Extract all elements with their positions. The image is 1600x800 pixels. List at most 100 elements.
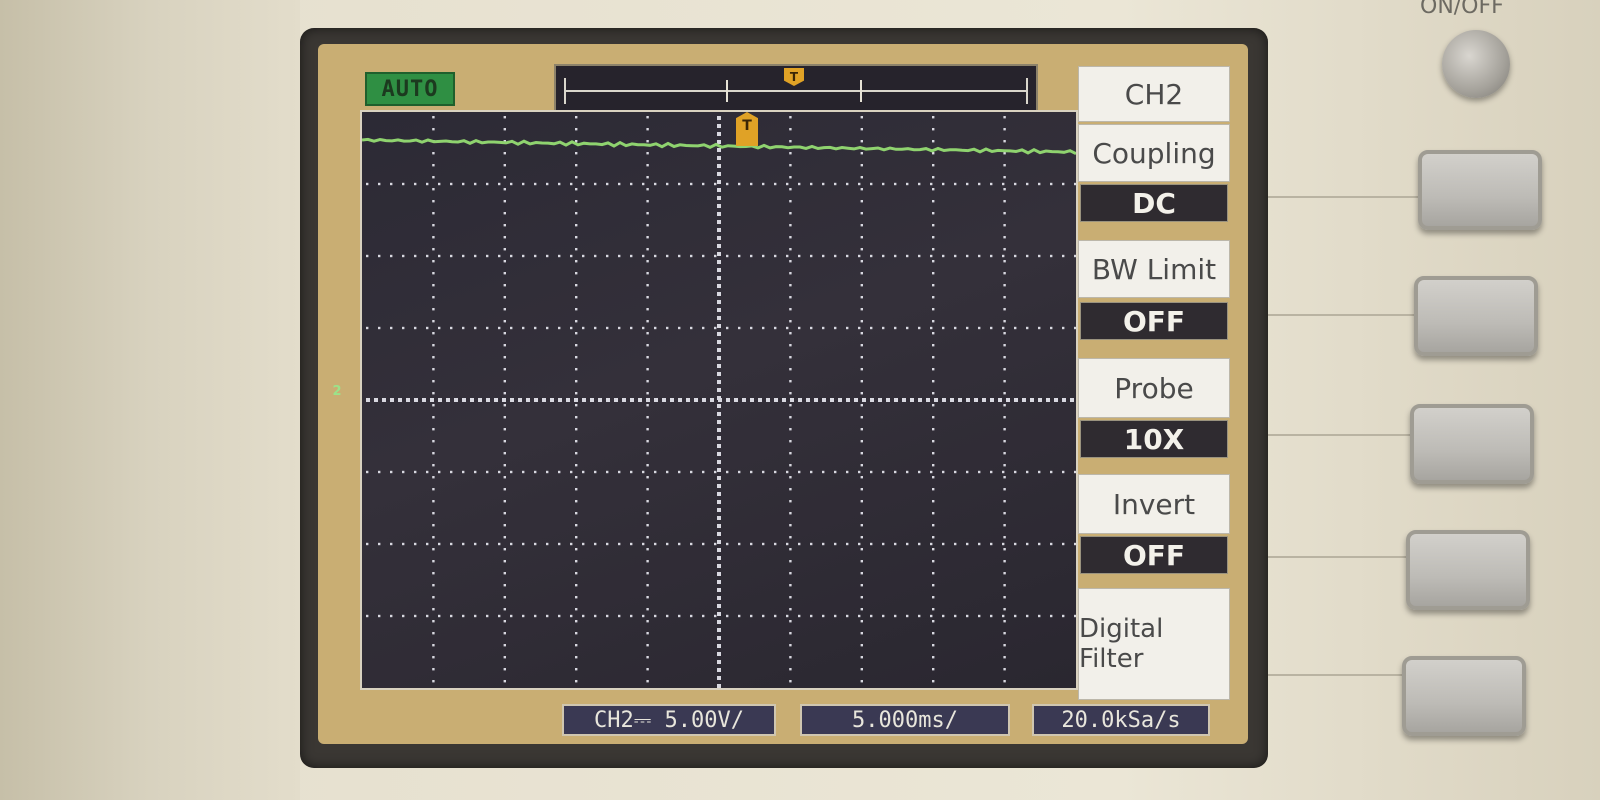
grid-dot <box>1074 182 1076 186</box>
center-horizontal-grid-dot <box>454 398 458 402</box>
grid-dot <box>438 614 441 618</box>
grid-dot <box>450 254 453 258</box>
grid-dot <box>702 542 705 546</box>
grid-dot <box>750 614 753 618</box>
grid-dot <box>738 182 741 186</box>
grid-dot <box>762 542 765 546</box>
softkey-5-digital-filter[interactable] <box>1402 656 1526 736</box>
grid-dot <box>570 326 573 330</box>
grid-dot <box>503 524 506 527</box>
grid-dot <box>646 620 649 623</box>
grid-dot <box>503 416 506 419</box>
grid-dot <box>558 326 561 330</box>
softkey-2-bw-limit[interactable] <box>1414 276 1538 356</box>
grid-dot <box>575 668 578 671</box>
grid-dot <box>1003 668 1006 671</box>
grid-dot <box>522 254 525 258</box>
grid-dot <box>860 500 863 503</box>
grid-dot <box>546 326 549 330</box>
center-horizontal-grid-dot <box>542 398 546 402</box>
grid-dot <box>906 254 909 258</box>
grid-dot <box>932 200 935 203</box>
center-vertical-grid-dot <box>717 116 721 120</box>
center-vertical-grid-dot <box>717 340 721 344</box>
trigger-mode-badge: AUTO <box>365 72 455 106</box>
center-horizontal-grid-dot <box>1022 398 1026 402</box>
grid-dot <box>810 542 813 546</box>
grid-dot <box>582 542 585 546</box>
grid-dot <box>432 668 435 671</box>
center-vertical-grid-dot <box>717 484 721 488</box>
grid-dot <box>474 326 477 330</box>
grid-dot <box>932 680 935 683</box>
grid-dot <box>438 326 441 330</box>
grid-dot <box>789 416 792 419</box>
grid-dot <box>575 356 578 359</box>
grid-dot <box>432 164 435 167</box>
grid-dot <box>810 614 813 618</box>
grid-dot <box>738 326 741 330</box>
grid-dot <box>932 176 935 179</box>
grid-dot <box>390 254 393 258</box>
softkey-1-coupling[interactable] <box>1418 150 1542 230</box>
grid-dot <box>575 200 578 203</box>
grid-dot <box>789 320 792 323</box>
grid-dot <box>646 428 649 431</box>
grid-dot <box>714 614 717 618</box>
grid-dot <box>432 680 435 683</box>
center-horizontal-grid-dot <box>966 398 970 402</box>
grid-dot <box>860 620 863 623</box>
grid-dot <box>390 182 393 186</box>
grid-dot <box>503 368 506 371</box>
grid-dot <box>932 440 935 443</box>
grid-dot <box>966 470 969 474</box>
grid-dot <box>462 470 465 474</box>
grid-dot <box>786 542 789 546</box>
grid-dot <box>1003 308 1006 311</box>
grid-dot <box>1003 560 1006 563</box>
grid-dot <box>498 254 501 258</box>
grid-dot <box>575 452 578 455</box>
oscilloscope-body: ON/OFF AUTO T T 2 CH2 Coupling DC BW Lim… <box>0 0 1600 800</box>
grid-dot <box>932 380 935 383</box>
grid-dot <box>990 542 993 546</box>
grid-dot <box>378 254 381 258</box>
grid-dot <box>932 248 935 251</box>
grid-dot <box>978 254 981 258</box>
grid-dot <box>870 614 873 618</box>
grid-dot <box>1003 440 1006 443</box>
grid-dot <box>432 128 435 131</box>
grid-dot <box>646 224 649 227</box>
center-vertical-grid-dot <box>717 324 721 328</box>
grid-dot <box>646 452 649 455</box>
grid-dot <box>798 182 801 186</box>
grid-dot <box>1003 452 1006 455</box>
center-horizontal-grid-dot <box>1038 398 1042 402</box>
softkey-4-invert[interactable] <box>1406 530 1530 610</box>
grid-dot <box>503 632 506 635</box>
grid-dot <box>402 614 405 618</box>
grid-dot <box>789 440 792 443</box>
center-vertical-grid-dot <box>717 500 721 504</box>
grid-dot <box>666 326 669 330</box>
grid-dot <box>575 224 578 227</box>
center-vertical-grid-dot <box>717 204 721 208</box>
center-vertical-grid-dot <box>717 348 721 352</box>
center-horizontal-grid-dot <box>494 398 498 402</box>
softkey-3-probe[interactable] <box>1410 404 1534 484</box>
grid-dot <box>438 542 441 546</box>
grid-dot <box>702 326 705 330</box>
grid-dot <box>750 542 753 546</box>
grid-dot <box>618 254 621 258</box>
grid-dot <box>575 344 578 347</box>
center-horizontal-grid-dot <box>998 398 1002 402</box>
grid-dot <box>789 452 792 455</box>
grid-dot <box>646 308 649 311</box>
grid-dot <box>390 542 393 546</box>
grid-dot <box>1050 542 1053 546</box>
power-button[interactable] <box>1442 30 1510 98</box>
grid-dot <box>432 440 435 443</box>
grid-dot <box>930 182 933 186</box>
grid-dot <box>503 320 506 323</box>
center-vertical-grid-dot <box>717 212 721 216</box>
